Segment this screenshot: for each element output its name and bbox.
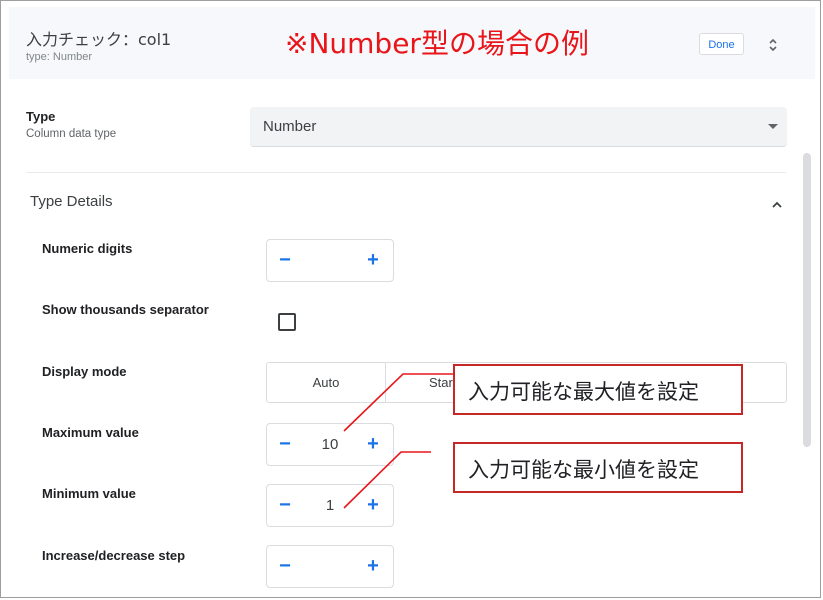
scrollbar-thumb[interactable] [803,153,811,447]
thousands-separator-label: Show thousands separator [42,302,209,317]
display-mode-auto[interactable]: Auto [267,363,386,402]
caret-down-icon [768,124,778,129]
done-button[interactable]: Done [699,33,744,55]
annotation-title: ※Number型の場合の例 [285,27,589,60]
maximum-value-stepper: − 10 + [266,423,394,466]
decrement-button[interactable]: − [275,433,295,455]
decrement-button[interactable]: − [275,494,295,516]
increment-button[interactable]: + [363,494,383,516]
type-select[interactable]: Number [250,107,787,147]
increment-button[interactable]: + [363,249,383,271]
increment-button[interactable]: + [363,433,383,455]
type-label: Type [26,109,56,124]
type-sublabel: Column data type [26,128,117,140]
stepper-value[interactable]: 1 [303,497,357,514]
up-down-chevron-icon[interactable] [767,35,779,55]
type-select-value: Number [263,118,317,135]
stepper-value[interactable]: 10 [303,436,357,453]
thousands-separator-checkbox[interactable] [278,313,296,331]
callout-minimum: 入力可能な最小値を設定 [453,442,743,493]
dialog-frame: 入力チェック：col1 type: Number Done ※Number型の場… [0,0,821,598]
chevron-up-icon[interactable] [771,197,783,208]
step-label: Increase/decrease step [42,548,186,563]
decrement-button[interactable]: − [275,555,295,577]
dialog-title: 入力チェック：col1 [26,30,172,49]
dialog-subtitle: type: Number [26,51,93,63]
maximum-value-label: Maximum value [42,425,139,440]
step-stepper: − + [266,545,394,588]
type-details-title: Type Details [30,193,113,210]
minimum-value-stepper: − 1 + [266,484,394,527]
increment-button[interactable]: + [363,555,383,577]
callout-maximum: 入力可能な最大値を設定 [453,364,743,415]
decrement-button[interactable]: − [275,249,295,271]
minimum-value-label: Minimum value [42,486,136,501]
numeric-digits-stepper: − + [266,239,394,282]
display-mode-label: Display mode [42,364,127,379]
section-divider [26,172,786,173]
numeric-digits-label: Numeric digits [42,241,133,256]
annotation-leader-lines [343,373,453,509]
